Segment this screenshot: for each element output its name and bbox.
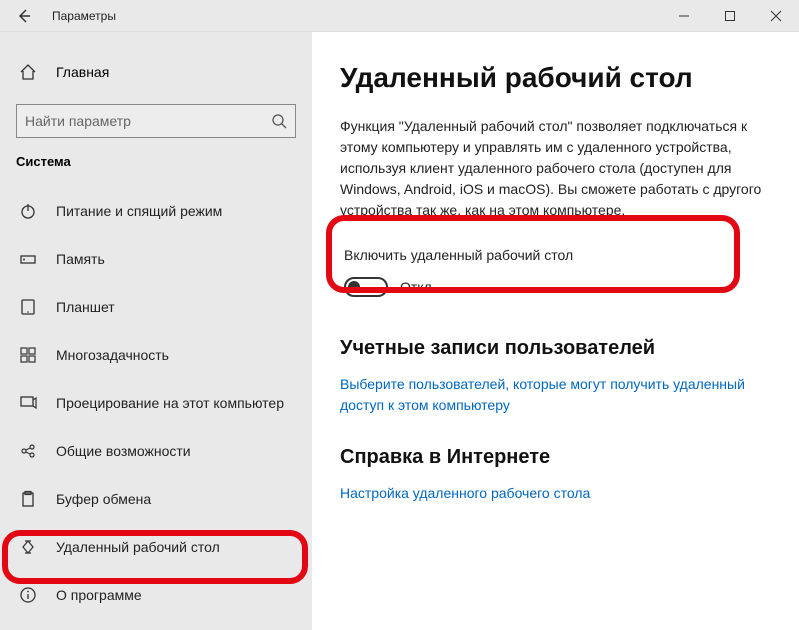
close-button[interactable] (753, 0, 799, 32)
search-field[interactable] (25, 113, 271, 129)
help-link[interactable]: Настройка удаленного рабочего стола (340, 483, 760, 504)
select-users-link[interactable]: Выберите пользователей, которые могут по… (340, 374, 760, 416)
minimize-button[interactable] (661, 0, 707, 32)
maximize-icon (724, 10, 736, 22)
sidebar-item-label: Многозадачность (56, 347, 169, 363)
sidebar-home[interactable]: Главная (0, 52, 312, 92)
sidebar-category: Система (0, 154, 312, 169)
multitask-icon (16, 346, 40, 364)
sidebar-item-label: Проецирование на этот компьютер (56, 395, 284, 411)
power-icon (16, 202, 40, 220)
page-title: Удаленный рабочий стол (340, 62, 771, 94)
sidebar-item-label: Планшет (56, 299, 115, 315)
help-heading: Справка в Интернете (340, 446, 771, 469)
page-description: Функция "Удаленный рабочий стол" позволя… (340, 116, 771, 221)
sidebar-item-label: Память (56, 251, 105, 267)
sidebar-item-shared[interactable]: Общие возможности (0, 427, 312, 475)
arrow-left-icon (16, 8, 32, 24)
about-icon (16, 586, 40, 604)
home-icon (16, 63, 40, 81)
sidebar-nav: Питание и спящий режим Память Планшет Мн… (0, 187, 312, 619)
sidebar: Главная Система Питание и спящий режим П… (0, 32, 312, 630)
toggle-label: Включить удаленный рабочий стол (344, 247, 767, 263)
shared-icon (16, 442, 40, 460)
sidebar-item-about[interactable]: О программе (0, 571, 312, 619)
sidebar-item-multitask[interactable]: Многозадачность (0, 331, 312, 379)
maximize-button[interactable] (707, 0, 753, 32)
clipboard-icon (16, 490, 40, 508)
sidebar-item-label: Удаленный рабочий стол (56, 539, 220, 555)
storage-icon (16, 250, 40, 268)
sidebar-item-storage[interactable]: Память (0, 235, 312, 283)
sidebar-item-tablet[interactable]: Планшет (0, 283, 312, 331)
sidebar-item-label: Питание и спящий режим (56, 203, 222, 219)
sidebar-item-label: Буфер обмена (56, 491, 151, 507)
sidebar-item-power[interactable]: Питание и спящий режим (0, 187, 312, 235)
toggle-knob (348, 281, 360, 293)
tablet-icon (16, 298, 40, 316)
titlebar: Параметры (0, 0, 799, 32)
remote-toggle-section: Включить удаленный рабочий стол Откл. (340, 239, 771, 307)
project-icon (16, 394, 40, 412)
sidebar-item-remote[interactable]: Удаленный рабочий стол (0, 523, 312, 571)
minimize-icon (678, 10, 690, 22)
remote-icon (16, 538, 40, 556)
sidebar-item-label: Общие возможности (56, 443, 191, 459)
search-icon (271, 113, 287, 129)
back-button[interactable] (0, 0, 48, 32)
sidebar-item-label: О программе (56, 587, 142, 603)
content-panel: Удаленный рабочий стол Функция "Удаленны… (312, 32, 799, 630)
search-input[interactable] (16, 104, 296, 138)
close-icon (770, 10, 782, 22)
toggle-state: Откл. (400, 279, 436, 295)
sidebar-home-label: Главная (56, 64, 109, 80)
sidebar-item-clipboard[interactable]: Буфер обмена (0, 475, 312, 523)
accounts-heading: Учетные записи пользователей (340, 337, 771, 360)
sidebar-item-project[interactable]: Проецирование на этот компьютер (0, 379, 312, 427)
remote-toggle[interactable] (344, 277, 388, 297)
window-title: Параметры (52, 9, 116, 23)
